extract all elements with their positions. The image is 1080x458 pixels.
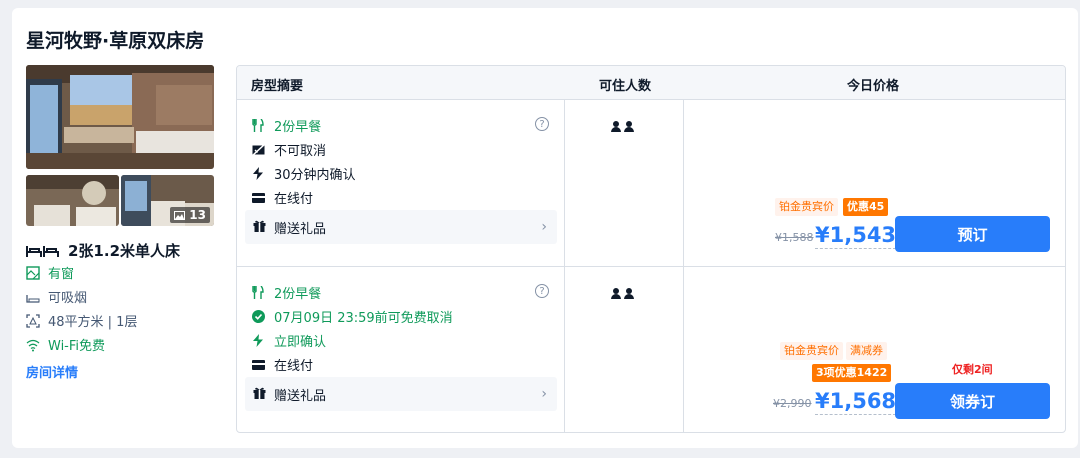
facility-area: 48平方米 | 1层 (26, 311, 137, 330)
table-header: 房型摘要 可住人数 今日价格 (237, 66, 1065, 100)
facility-wifi: Wi-Fi免费 (26, 335, 105, 354)
policy-text: 2份早餐 (274, 287, 322, 302)
policy-breakfast: 2份早餐 (251, 283, 321, 302)
facility-window: 有窗 (26, 263, 74, 282)
facility-smoking: 可吸烟 (26, 287, 87, 306)
occupancy-two-people (611, 121, 634, 132)
policy-text: 2份早餐 (274, 120, 322, 135)
policy-text: 立即确认 (274, 335, 327, 350)
header-summary: 房型摘要 (251, 79, 304, 94)
photo-count-badge: 13 (170, 207, 210, 223)
policy-payment: 在线付 (251, 188, 313, 207)
header-occupancy: 可住人数 (599, 79, 652, 94)
room-photo-thumb[interactable] (26, 175, 119, 226)
window-icon (26, 265, 40, 280)
area-icon (26, 313, 40, 328)
facility-label: 可吸烟 (48, 291, 88, 306)
policy-text: 30分钟内确认 (274, 168, 356, 183)
gift-text: 赠送礼品 (274, 388, 327, 404)
facility-label: Wi-Fi免费 (48, 339, 106, 354)
wifi-icon (26, 339, 40, 351)
policy-confirm: 30分钟内确认 (251, 164, 356, 183)
book-button[interactable]: 预订 (895, 216, 1050, 252)
chevron-right-icon: › (541, 386, 547, 402)
bed-info: 2张1.2米单人床 (26, 240, 180, 261)
no-cancel-icon (251, 143, 265, 157)
policy-text: 不可取消 (274, 144, 327, 159)
policy-payment: 在线付 (251, 355, 313, 374)
person-icon (611, 121, 621, 132)
bed-type: 2张1.2米单人床 (68, 242, 181, 260)
room-photo-main[interactable] (26, 65, 214, 169)
platinum-price-tag: 铂金贵宾价 (780, 342, 843, 360)
occupancy-two-people (611, 288, 634, 299)
room-photo-thumb[interactable]: 13 (121, 175, 214, 226)
policy-breakfast: 2份早餐 (251, 116, 321, 135)
card-icon (251, 191, 265, 205)
image-icon (174, 210, 186, 220)
current-price[interactable]: ¥1,568 (815, 389, 897, 415)
help-icon[interactable]: ? (535, 284, 549, 298)
scarcity-label: 仅剩2间 (952, 363, 993, 376)
policy-text: 在线付 (274, 192, 314, 207)
lightning-icon (251, 167, 265, 181)
facility-label: 有窗 (48, 267, 75, 282)
gift-icon (253, 386, 266, 403)
policy-confirm: 立即确认 (251, 331, 326, 350)
policy-text: 07月09日 23:59前可免费取消 (274, 311, 453, 326)
lightning-icon (251, 334, 265, 348)
rate-table: 房型摘要 可住人数 今日价格 2份早餐 ? 不可取消 30分钟内确认 在线付 赠… (236, 65, 1066, 433)
discount-tag: 优惠45 (843, 198, 889, 216)
cutlery-icon (251, 119, 265, 133)
coupon-book-button[interactable]: 领券订 (895, 383, 1050, 419)
bed-icon (26, 245, 59, 257)
gift-row[interactable]: 赠送礼品 › (245, 210, 557, 244)
person-icon (624, 121, 634, 132)
person-icon (611, 288, 621, 299)
cutlery-icon (251, 286, 265, 300)
header-price: 今日价格 (847, 79, 900, 94)
room-detail-link[interactable]: 房间详情 (26, 362, 78, 381)
row-divider (237, 266, 1065, 267)
person-icon (624, 288, 634, 299)
help-icon[interactable]: ? (535, 117, 549, 131)
original-price: ¥1,588 (775, 231, 814, 244)
gift-text: 赠送礼品 (274, 221, 327, 237)
discount-tag: 3项优惠1422 (812, 364, 892, 382)
policy-free-cancel: 07月09日 23:59前可免费取消 (251, 307, 453, 326)
photo-count: 13 (189, 208, 206, 222)
coupon-tag: 满减券 (846, 342, 887, 360)
gift-icon (253, 219, 266, 236)
original-price: ¥2,990 (773, 397, 812, 410)
chevron-right-icon: › (541, 219, 547, 235)
room-title: 星河牧野·草原双床房 (26, 30, 205, 52)
card-icon (251, 358, 265, 372)
gift-row[interactable]: 赠送礼品 › (245, 377, 557, 411)
policy-text: 在线付 (274, 359, 314, 374)
smoking-icon (26, 294, 40, 303)
policy-cancel: 不可取消 (251, 140, 326, 159)
current-price[interactable]: ¥1,543 (815, 223, 897, 249)
platinum-price-tag: 铂金贵宾价 (775, 198, 838, 216)
check-circle-icon (251, 310, 265, 324)
facility-label: 48平方米 | 1层 (48, 315, 138, 330)
